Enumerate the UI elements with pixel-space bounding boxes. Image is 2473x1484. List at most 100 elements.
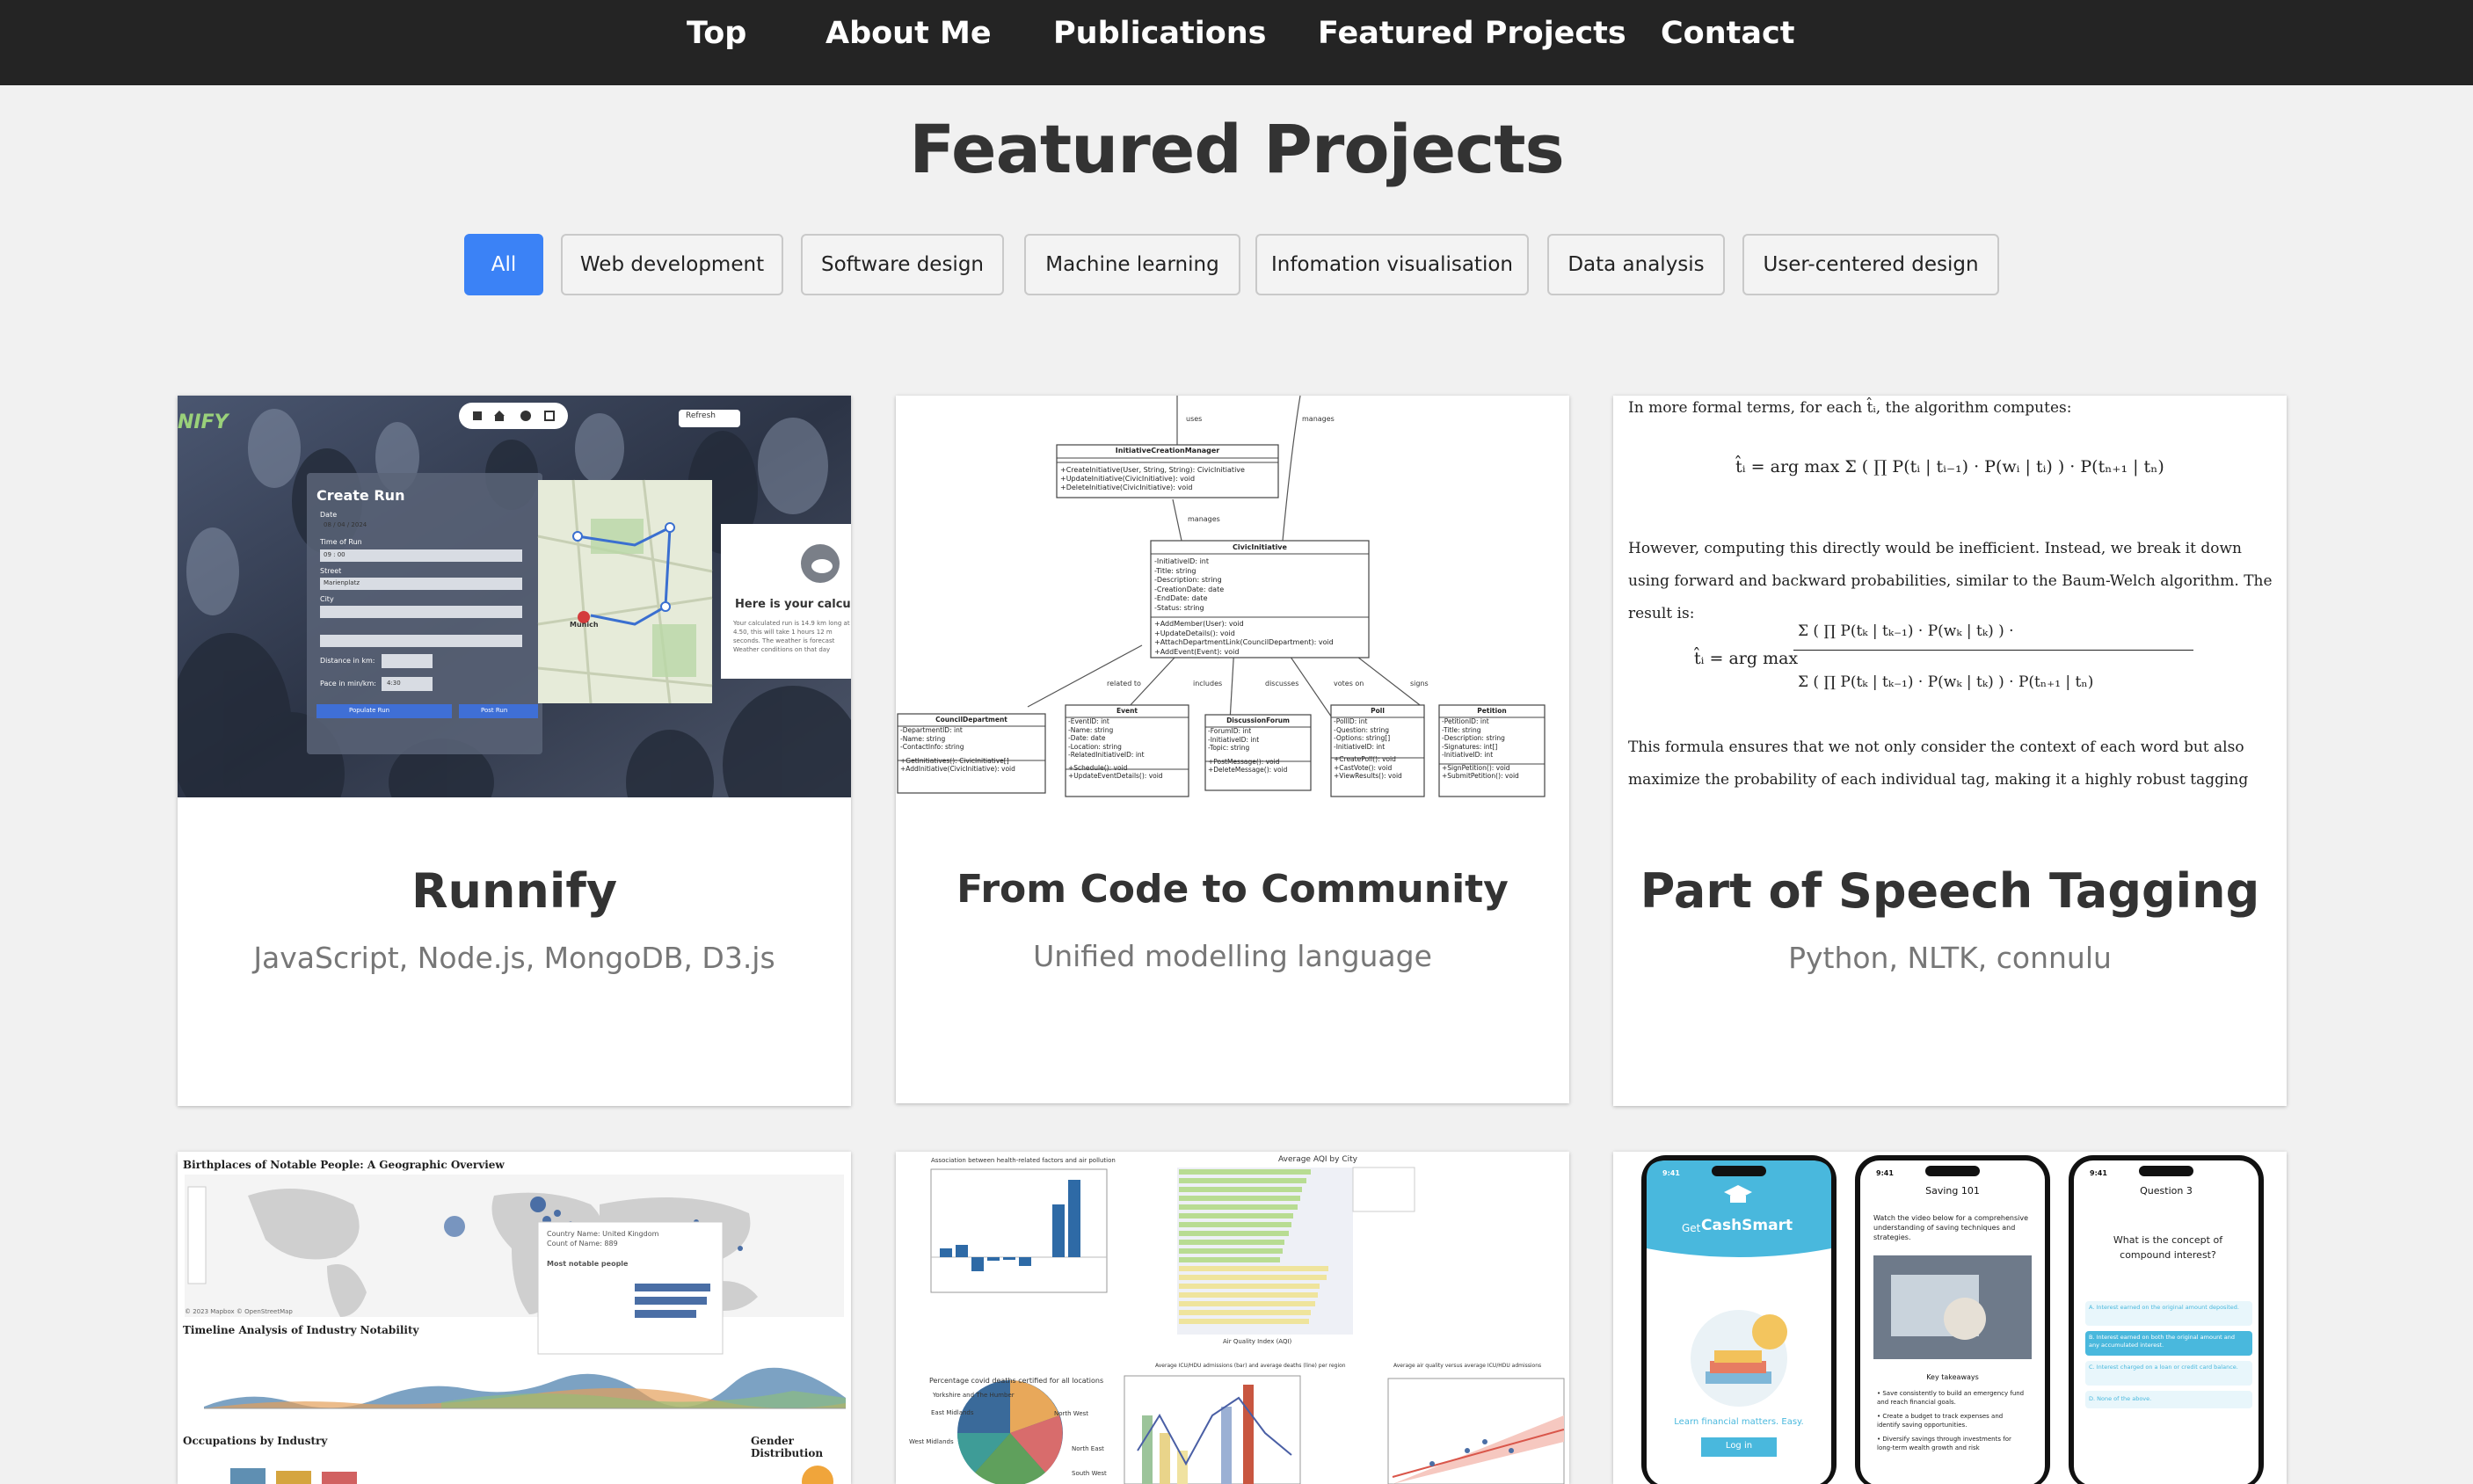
runnify-distance-label: Distance in km: (320, 657, 375, 665)
air-pie-label-south-west: South West (1072, 1470, 1107, 1477)
filter-web-development[interactable]: Web development (561, 234, 783, 295)
pos-tagging-thumbnail: In more formal terms, for each t̂ᵢ, the … (1613, 396, 2287, 797)
air-pie-label-north-east: North East (1072, 1445, 1104, 1452)
cashsmart-answer-b: B. Interest earned on both the original … (2089, 1334, 2236, 1349)
cashsmart-answer-c: C. Interest charged on a loan or credit … (2089, 1364, 2238, 1371)
runnify-post-button: Post Run (481, 707, 508, 714)
runnify-result-text: Your calculated run is 14.9 km long at 4… (733, 620, 850, 653)
runnify-thumbnail: NIFY Refresh Create Run Date 08 / 04 / 2… (178, 396, 851, 797)
uml-rel-manages-2: manages (1188, 515, 1220, 523)
runnify-refresh-label: Refresh (686, 411, 716, 420)
cashsmart-question-title: Question 3 (2140, 1185, 2193, 1197)
runnify-form-title: Create Run (316, 487, 405, 504)
runnify-street-value: Marienplatz (324, 579, 360, 586)
uml-rel-related: related to (1107, 680, 1141, 687)
cashsmart-key-takeaways: Key takeaways (1926, 1373, 1979, 1381)
uml-rel-discusses: discusses (1265, 680, 1299, 687)
card-tech-stack: JavaScript, Node.js, MongoDB, D3.js (253, 941, 775, 975)
cashsmart-time-2: 9:41 (1876, 1169, 1894, 1177)
cashsmart-time-1: 9:41 (1662, 1169, 1680, 1177)
nav-link-publications[interactable]: Publications (1053, 0, 1267, 67)
uml-rel-includes: includes (1193, 680, 1223, 687)
nav-link-top[interactable]: Top (687, 0, 746, 67)
cashsmart-answer-a: A. Interest earned on the original amoun… (2089, 1304, 2239, 1311)
uml-class-manager-ops: +CreateInitiative(User, String, String):… (1060, 466, 1245, 491)
nav-link-about-me[interactable]: About Me (826, 0, 992, 67)
air-quality-thumbnail: Association between health-related facto… (896, 1152, 1569, 1484)
air-pie-label-west-midlands: West Midlands (909, 1438, 954, 1445)
runnify-time-label: Time of Run (320, 538, 362, 546)
cashsmart-get-label: Get (1682, 1222, 1701, 1234)
pos-equation-2-lhs: t̂ᵢ = arg max (1694, 649, 1799, 668)
air-chart2-title: Average AQI by City (1278, 1155, 1357, 1164)
runnify-pace-label: Pace in min/km: (320, 680, 376, 687)
air-chart5-title: Average air quality versus average ICU/H… (1393, 1363, 1542, 1369)
card-title: Part of Speech Tagging (1640, 863, 2260, 919)
air-chart2-xlabel: Air Quality Index (AQI) (1223, 1338, 1292, 1345)
filter-all[interactable]: All (464, 234, 543, 295)
filter-machine-learning[interactable]: Machine learning (1024, 234, 1240, 295)
cashsmart-time-3: 9:41 (2090, 1169, 2107, 1177)
air-pie-label-yorkshire: Yorkshire and The Humber (933, 1392, 1015, 1399)
notable-gender-title: Gender Distribution (751, 1435, 824, 1459)
runnify-map-city: Munich (570, 621, 599, 629)
runnify-result-title: Here is your calcul (735, 598, 851, 611)
project-card-runnify[interactable]: NIFY Refresh Create Run Date 08 / 04 / 2… (178, 396, 851, 1106)
notable-occupations-title: Occupations by Industry (183, 1435, 328, 1447)
uml-rel-manages: manages (1302, 415, 1335, 423)
cashsmart-login-button: Log in (1725, 1441, 1753, 1451)
project-card-air-quality[interactable]: Association between health-related facto… (896, 1152, 1569, 1484)
uml-class-manager-name: InitiativeCreationManager (1115, 447, 1220, 455)
cashsmart-tagline: Learn financial matters. Easy. (1674, 1417, 1804, 1427)
cashsmart-answer-d: D. None of the above. (2089, 1395, 2152, 1402)
pos-intro-line: In more formal terms, for each t̂ᵢ, the … (1628, 399, 2072, 417)
pos-equation-2-numerator: Σ ( ∏ P(tₖ | tₖ₋₁) · P(wₖ | tₖ) ) · (1798, 622, 2014, 640)
project-card-notable-people[interactable]: Birthplaces of Notable People: A Geograp… (178, 1152, 851, 1484)
pos-paragraph-3: This formula ensures that we not only co… (1628, 738, 2249, 789)
notable-map-title: Birthplaces of Notable People: A Geograp… (183, 1159, 505, 1171)
filter-user-centered-design[interactable]: User-centered design (1742, 234, 1999, 295)
air-chart1-title: Association between health-related facto… (931, 1157, 1116, 1164)
project-card-part-of-speech-tagging[interactable]: In more formal terms, for each t̂ᵢ, the … (1613, 396, 2287, 1106)
cashsmart-thumbnail: 9:41 9:41 9:41 Get CashSmart Learn finan… (1613, 1152, 2287, 1484)
uml-diagram-thumbnail: uses manages InitiativeCreationManager +… (896, 396, 1569, 797)
filter-infomation-visualisation[interactable]: Infomation visualisation (1255, 234, 1529, 295)
notable-tooltip: Country Name: United Kingdom Count of Na… (547, 1230, 659, 1268)
pos-fraction-bar (1793, 650, 2193, 651)
uml-class-civic-attrs: -InitiativeID: int -Title: string -Descr… (1154, 557, 1225, 612)
uml-class-discussion-forum: DiscussionForum -ForumID: int -Initiativ… (1208, 717, 1290, 774)
uml-class-council-department: CouncilDepartment -DepartmentID: int -Na… (900, 716, 1015, 773)
runnify-street-label: Street (320, 567, 342, 575)
air-pie-label-north-west: North West (1054, 1410, 1089, 1417)
runnify-date-value: 08 / 04 / 2024 (324, 521, 367, 528)
filter-software-design[interactable]: Software design (801, 234, 1004, 295)
notable-people-thumbnail: Birthplaces of Notable People: A Geograp… (178, 1152, 851, 1484)
runnify-date-label: Date (320, 511, 338, 519)
top-navbar: Top About Me Publications Featured Proje… (0, 0, 2473, 85)
pos-equation-2-denominator: Σ ( ∏ P(tₖ | tₖ₋₁) · P(wₖ | tₖ) ) · P(tₙ… (1798, 673, 2094, 691)
air-chart3-title: Percentage covid deaths certified for al… (929, 1377, 1104, 1385)
runnify-brand: NIFY (178, 411, 229, 433)
cashsmart-saving-title: Saving 101 (1925, 1185, 1980, 1197)
air-chart4-title: Average ICU/HDU admissions (bar) and ave… (1155, 1363, 1346, 1369)
runnify-city-label: City (320, 595, 334, 603)
card-tech-stack: Python, NLTK, connulu (1788, 941, 2112, 975)
air-pie-label-east-midlands: East Midlands (931, 1409, 974, 1416)
project-card-from-code-to-community[interactable]: uses manages InitiativeCreationManager +… (896, 396, 1569, 1103)
filter-data-analysis[interactable]: Data analysis (1547, 234, 1725, 295)
project-card-cashsmart[interactable]: 9:41 9:41 9:41 Get CashSmart Learn finan… (1613, 1152, 2287, 1484)
card-title: Runnify (411, 863, 618, 919)
cashsmart-question-text: What is the concept of compound interest… (2113, 1234, 2223, 1261)
uml-rel-votes: votes on (1334, 680, 1364, 687)
notable-map-attribution: © 2023 Mapbox © OpenStreetMap (185, 1308, 293, 1315)
uml-rel-signs: signs (1410, 680, 1429, 687)
runnify-populate-button: Populate Run (349, 707, 390, 714)
nav-link-contact[interactable]: Contact (1661, 0, 1794, 67)
uml-class-event: Event -EventID: int -Name: string -Date:… (1068, 707, 1163, 780)
cashsmart-logo-text: CashSmart (1701, 1217, 1793, 1234)
uml-class-civic-ops: +AddMember(User): void +UpdateDetails():… (1154, 620, 1334, 656)
uml-class-poll: Poll -PollID: int -Question: string -Opt… (1334, 707, 1402, 780)
section-title: Featured Projects (909, 110, 1565, 188)
nav-link-featured-projects[interactable]: Featured Projects (1318, 0, 1626, 67)
notable-timeline-title: Timeline Analysis of Industry Notability (183, 1324, 419, 1336)
